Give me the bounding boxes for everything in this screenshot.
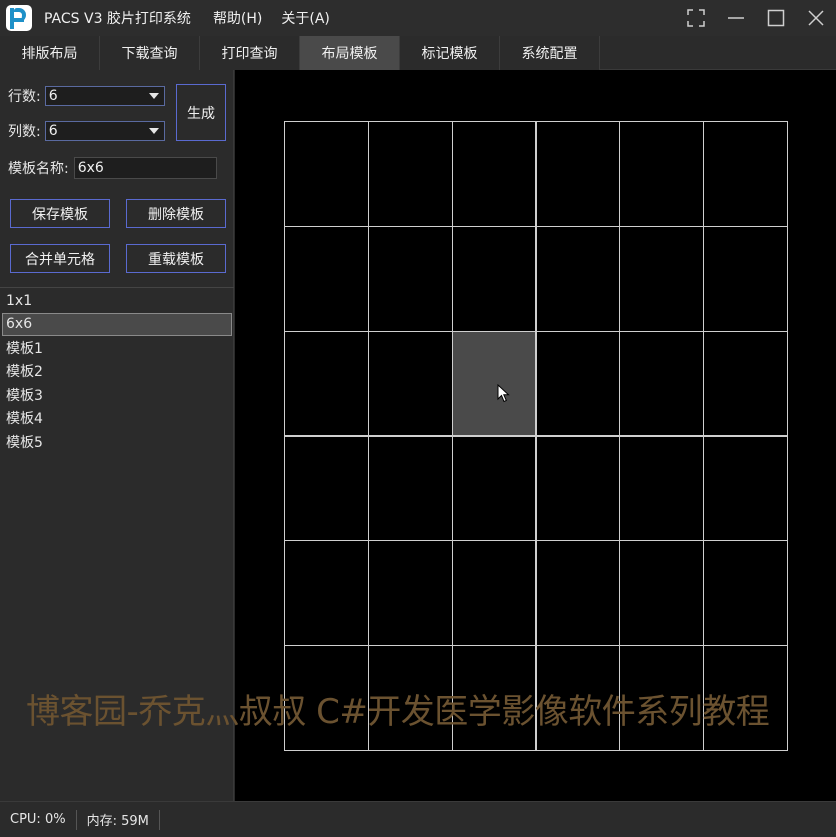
grid-cell[interactable] xyxy=(535,435,621,542)
divider xyxy=(0,287,234,288)
grid-cell[interactable] xyxy=(367,435,453,542)
merge-cells-button[interactable]: 合并单元格 xyxy=(10,244,110,273)
grid-cell[interactable] xyxy=(451,540,537,647)
cols-select[interactable]: 6 xyxy=(44,121,165,141)
cpu-status: CPU: 0% xyxy=(0,809,77,830)
grid-cell[interactable] xyxy=(284,540,369,647)
tab-download-query[interactable]: 下载查询 xyxy=(100,36,200,70)
grid-cell[interactable] xyxy=(703,435,788,542)
rows-select[interactable]: 6 xyxy=(44,86,165,106)
window-controls xyxy=(676,0,836,36)
grid-cell[interactable] xyxy=(284,225,369,332)
tab-mark-template[interactable]: 标记模板 xyxy=(400,36,500,70)
grid-cell[interactable] xyxy=(284,121,369,227)
template-list: 1x1 6x6 模板1 模板2 模板3 模板4 模板5 xyxy=(0,289,234,454)
template-grid[interactable] xyxy=(284,121,788,751)
grid-cell[interactable] xyxy=(367,225,453,332)
tab-layout-template[interactable]: 布局模板 xyxy=(300,36,400,70)
menu-help[interactable]: 帮助(H) xyxy=(213,8,262,28)
cols-label: 列数: xyxy=(8,124,41,140)
tab-layout[interactable]: 排版布局 xyxy=(0,36,100,70)
tab-bar: 排版布局 下载查询 打印查询 布局模板 标记模板 系统配置 xyxy=(0,36,836,70)
close-icon[interactable] xyxy=(796,0,836,36)
list-item[interactable]: 1x1 xyxy=(0,289,234,313)
list-item[interactable]: 模板2 xyxy=(0,360,234,384)
grid-cell[interactable] xyxy=(703,225,788,332)
list-item[interactable]: 模板5 xyxy=(0,430,234,454)
delete-template-button[interactable]: 删除模板 xyxy=(126,199,226,228)
list-item[interactable]: 6x6 xyxy=(2,312,232,336)
tab-print-query[interactable]: 打印查询 xyxy=(200,36,300,70)
menu-about[interactable]: 关于(A) xyxy=(281,8,330,28)
grid-cell[interactable] xyxy=(703,330,788,437)
list-item[interactable]: 模板1 xyxy=(0,336,234,360)
chevron-down-icon xyxy=(148,128,159,134)
cols-select-value: 6 xyxy=(48,123,58,139)
mouse-pointer-icon xyxy=(497,384,510,403)
grid-cell[interactable] xyxy=(619,435,705,542)
rows-row: 行数: 6 xyxy=(8,86,165,106)
generate-button[interactable]: 生成 xyxy=(176,84,226,141)
fullscreen-icon[interactable] xyxy=(676,0,716,36)
grid-cell[interactable] xyxy=(451,330,537,437)
status-bar: CPU: 0% 内存: 59M xyxy=(0,801,836,837)
grid-cell[interactable] xyxy=(367,121,453,227)
grid-cell[interactable] xyxy=(619,121,705,227)
template-name-input[interactable] xyxy=(73,157,217,179)
grid-cell[interactable] xyxy=(535,330,621,437)
maximize-icon[interactable] xyxy=(756,0,796,36)
grid-cell[interactable] xyxy=(367,540,453,647)
grid-cell[interactable] xyxy=(451,225,537,332)
tab-system-config[interactable]: 系统配置 xyxy=(500,36,600,70)
rows-select-value: 6 xyxy=(48,88,58,104)
memory-status: 内存: 59M xyxy=(77,809,160,830)
grid-cell[interactable] xyxy=(284,435,369,542)
reload-template-button[interactable]: 重载模板 xyxy=(126,244,226,273)
app-logo-icon xyxy=(6,5,32,31)
grid-cell[interactable] xyxy=(535,540,621,647)
minimize-icon[interactable] xyxy=(716,0,756,36)
rows-label: 行数: xyxy=(8,89,41,105)
grid-cell[interactable] xyxy=(367,330,453,437)
grid-cell[interactable] xyxy=(535,225,621,332)
grid-cell[interactable] xyxy=(619,330,705,437)
list-item[interactable]: 模板3 xyxy=(0,383,234,407)
chevron-down-icon xyxy=(148,93,159,99)
app-title: PACS V3 胶片打印系统 xyxy=(44,11,191,27)
cols-row: 列数: 6 xyxy=(8,121,165,141)
list-item[interactable]: 模板4 xyxy=(0,407,234,431)
name-row: 模板名称: xyxy=(8,157,217,179)
grid-cell[interactable] xyxy=(619,540,705,647)
watermark-text: 博客园-乔克灬叔叔 C#开发医学影像软件系列教程 xyxy=(26,692,770,732)
template-name-label: 模板名称: xyxy=(8,161,69,177)
grid-cell[interactable] xyxy=(619,225,705,332)
grid-cell[interactable] xyxy=(451,121,537,227)
grid-cell[interactable] xyxy=(703,121,788,227)
grid-cell[interactable] xyxy=(535,121,621,227)
grid-cell[interactable] xyxy=(451,435,537,542)
save-template-button[interactable]: 保存模板 xyxy=(10,199,110,228)
title-bar: PACS V3 胶片打印系统 帮助(H) 关于(A) xyxy=(0,0,836,36)
grid-cell[interactable] xyxy=(703,540,788,647)
grid-cell[interactable] xyxy=(284,330,369,437)
